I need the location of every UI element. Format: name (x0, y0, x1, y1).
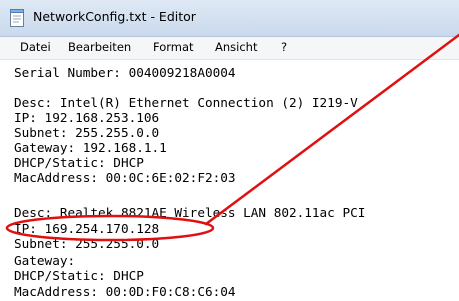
text-line: Subnet: 255.255.0.0 (14, 236, 160, 251)
editor-window: NetworkConfig.txt - Editor Datei Bearbei… (0, 0, 459, 301)
text-line: Desc: Intel(R) Ethernet Connection (2) I… (14, 95, 358, 110)
text-line: Gateway: (14, 253, 76, 268)
text-line: DHCP/Static: DHCP (14, 268, 144, 283)
menu-help[interactable]: ? (281, 40, 287, 54)
highlighted-ip-line: IP: 169.254.170.128 (14, 221, 160, 236)
menu-format[interactable]: Format (153, 40, 194, 54)
text-editor-area[interactable]: Serial Number: 004009218A0004 Desc: Inte… (0, 60, 459, 301)
menu-bar: Datei Bearbeiten Format Ansicht ? (0, 37, 459, 60)
text-line: DHCP/Static: DHCP (14, 155, 144, 170)
text-line: Subnet: 255.255.0.0 (14, 125, 160, 140)
text-line: Serial Number: 004009218A0004 (14, 65, 236, 80)
menu-ansicht[interactable]: Ansicht (215, 40, 257, 54)
text-line: Desc: Realtek 8821AE Wireless LAN 802.11… (14, 205, 366, 220)
menu-bearbeiten[interactable]: Bearbeiten (68, 40, 131, 54)
menu-datei[interactable]: Datei (20, 40, 51, 54)
notepad-icon (10, 9, 24, 27)
text-line: MacAddress: 00:0D:F0:C8:C6:04 (14, 284, 236, 299)
text-line: Gateway: 192.168.1.1 (14, 140, 167, 155)
title-bar[interactable]: NetworkConfig.txt - Editor (0, 0, 459, 37)
window-title: NetworkConfig.txt - Editor (33, 9, 196, 24)
text-line: MacAddress: 00:0C:6E:02:F2:03 (14, 170, 236, 185)
text-line: IP: 192.168.253.106 (14, 110, 160, 125)
